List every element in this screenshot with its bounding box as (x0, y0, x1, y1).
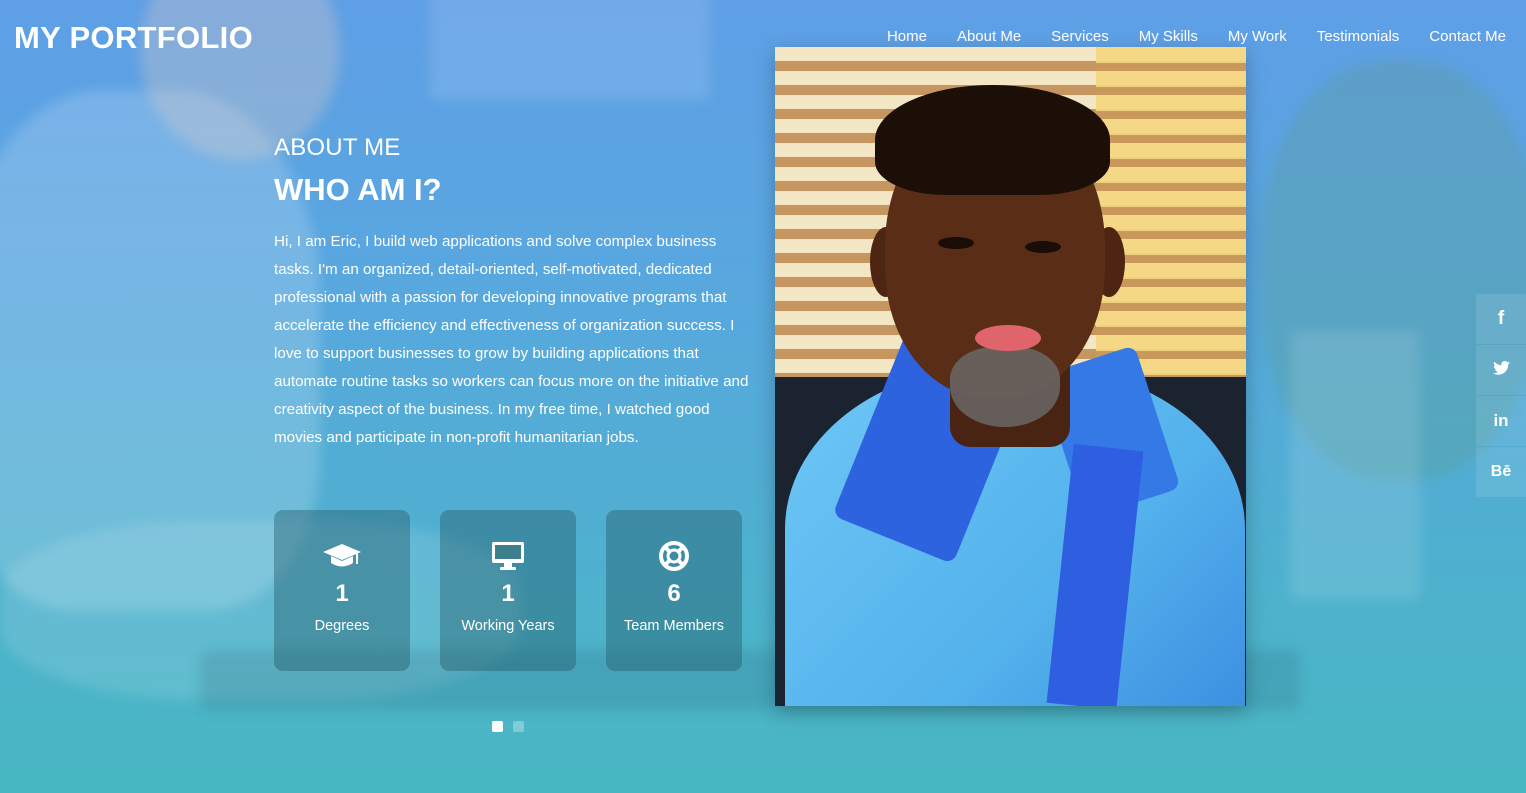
portfolio-page: MY PORTFOLIO Home About Me Services My S… (0, 0, 1526, 793)
linkedin-icon: in (1493, 411, 1509, 430)
behance-link[interactable]: Bē (1476, 447, 1526, 497)
stat-value: 6 (667, 580, 681, 607)
stat-card-degrees: 1 Degrees (274, 510, 410, 671)
facebook-link[interactable]: f (1476, 294, 1526, 344)
section-title: WHO AM I? (274, 172, 442, 207)
nav-item-contact-me[interactable]: Contact Me (1429, 28, 1506, 54)
nav-item-testimonials[interactable]: Testimonials (1317, 28, 1400, 54)
stats-row: 1 Degrees 1 Working Years 6 Team Members (274, 510, 742, 671)
site-logo[interactable]: MY PORTFOLIO (14, 20, 253, 56)
stat-label: Team Members (624, 618, 724, 634)
behance-icon: Bē (1490, 463, 1512, 480)
social-links: f in Bē (1476, 294, 1526, 498)
background-image (0, 0, 1526, 793)
linkedin-link[interactable]: in (1476, 396, 1526, 446)
twitter-icon (1492, 360, 1510, 380)
carousel-indicators (492, 721, 524, 732)
stat-label: Working Years (461, 618, 555, 634)
about-section: ABOUT ME WHO AM I? Hi, I am Eric, I buil… (274, 134, 749, 467)
life-ring-icon (658, 540, 690, 572)
profile-photo (775, 47, 1246, 706)
desktop-icon (491, 540, 525, 572)
stat-card-working-years: 1 Working Years (440, 510, 576, 671)
carousel-dot-2[interactable] (513, 721, 524, 732)
facebook-icon: f (1497, 308, 1505, 329)
section-eyebrow: ABOUT ME (274, 134, 401, 161)
stat-value: 1 (335, 580, 349, 607)
stat-label: Degrees (314, 618, 370, 634)
graduation-cap-icon (322, 540, 362, 572)
carousel-dot-1[interactable] (492, 721, 503, 732)
bio-paragraph: Hi, I am Eric, I build web applications … (274, 233, 749, 446)
twitter-link[interactable] (1476, 345, 1526, 395)
stat-card-team-members: 6 Team Members (606, 510, 742, 671)
stat-value: 1 (501, 580, 515, 607)
